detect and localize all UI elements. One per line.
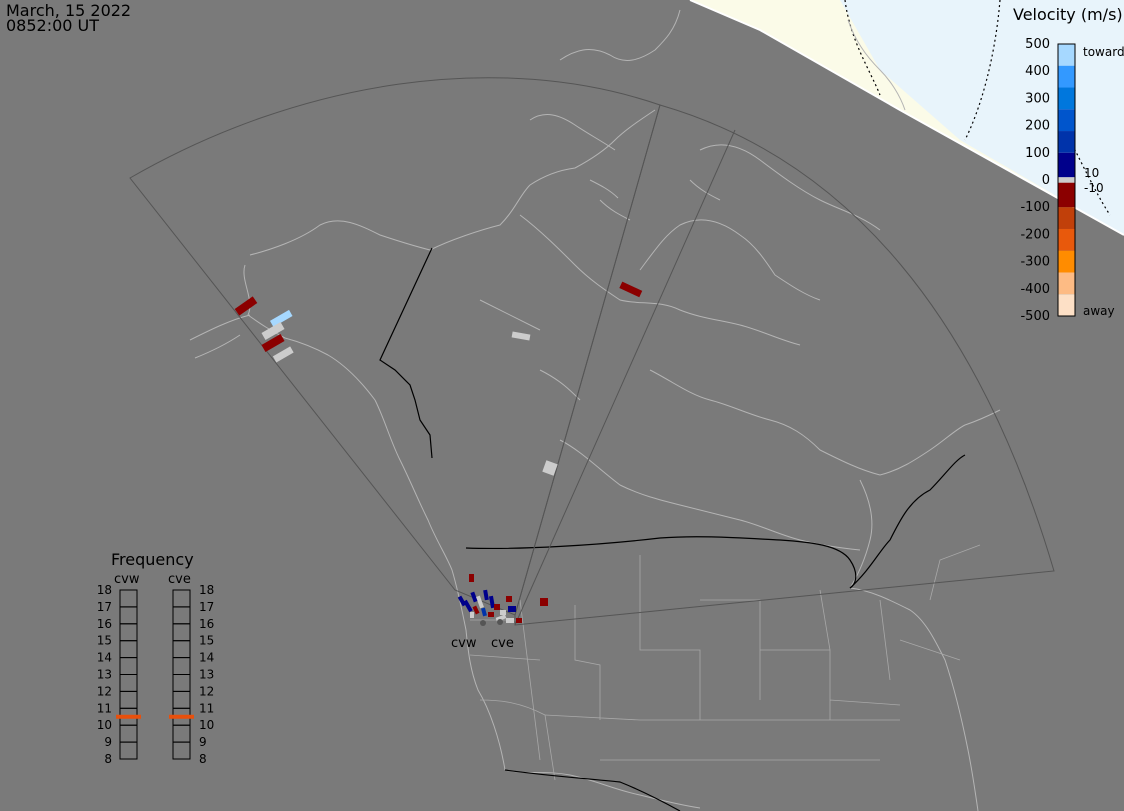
frequency-tick-label: 11 (97, 701, 112, 715)
frequency-tick-label: 12 (199, 684, 214, 698)
frequency-tick-label: 10 (199, 718, 214, 732)
radar-label-cvw: cvw (451, 636, 477, 651)
frequency-tick-label: 8 (104, 752, 112, 766)
colorbar-neg-threshold: -10 (1084, 181, 1104, 195)
time-label: 0852:00 UT (6, 16, 99, 35)
colorbar-tick-label: -100 (1020, 200, 1050, 215)
colorbar-tick-label: 400 (1025, 64, 1050, 79)
radar-site-cvw (480, 620, 486, 626)
colorbar-swatch (1058, 65, 1075, 88)
map-canvas: cvw cve March, 15 2022 0852:00 UT Veloci… (0, 0, 1124, 811)
colorbar-swatch (1058, 207, 1075, 229)
colorbar-swatch (1058, 250, 1075, 273)
frequency-title: Frequency (111, 550, 194, 569)
colorbar-tick-label: 300 (1025, 91, 1050, 106)
colorbar-swatch (1058, 87, 1075, 110)
frequency-tick-label: 8 (199, 752, 207, 766)
frequency-tick-label: 13 (97, 668, 112, 682)
colorbar-swatch (1058, 177, 1075, 183)
frequency-tick-label: 10 (97, 718, 112, 732)
colorbar-tick-label: 0 (1042, 173, 1050, 188)
colorbar-away-label: away (1083, 304, 1115, 318)
frequency-tick-label: 12 (97, 684, 112, 698)
colorbar-tick-label: -300 (1020, 255, 1050, 270)
frequency-tick-label: 9 (199, 735, 207, 749)
radar-site-cve (497, 619, 503, 625)
colorbar-tick-label: 500 (1025, 37, 1050, 52)
colorbar-pos-threshold: 10 (1084, 166, 1099, 180)
colorbar-swatch (1058, 294, 1075, 316)
radar-label-cve: cve (491, 636, 514, 651)
colorbar-swatch (1058, 228, 1075, 251)
colorbar-toward-label: toward (1083, 45, 1124, 59)
frequency-tick-label: 11 (199, 701, 214, 715)
frequency-marker-cve (169, 714, 194, 719)
colorbar-swatch (1058, 109, 1075, 132)
frequency-marker-cvw (116, 714, 141, 719)
frequency-tick-label: 14 (199, 651, 214, 665)
colorbar-swatch (1058, 131, 1075, 153)
frequency-radar-label-cvw: cvw (114, 572, 140, 587)
colorbar-tick-label: -200 (1020, 227, 1050, 242)
frequency-tick-label: 16 (97, 617, 112, 631)
colorbar-swatch (1058, 272, 1075, 295)
frequency-tick-label: 15 (97, 634, 112, 648)
colorbar-title: Velocity (m/s) (1013, 5, 1123, 24)
colorbar-tick-label: -500 (1020, 309, 1050, 324)
colorbar-swatches (1057, 43, 1076, 317)
frequency-tick-label: 9 (104, 735, 112, 749)
frequency-tick-label: 15 (199, 634, 214, 648)
colorbar-swatch (1058, 182, 1075, 208)
frequency-tick-label: 14 (97, 651, 112, 665)
colorbar-swatch (1058, 152, 1075, 178)
frequency-tick-label: 17 (97, 600, 112, 614)
colorbar-tick-label: 200 (1025, 119, 1050, 134)
colorbar-tick-label: -400 (1020, 282, 1050, 297)
frequency-tick-label: 16 (199, 617, 214, 631)
frequency-radar-label-cve: cve (168, 572, 191, 587)
colorbar-tick-label: 100 (1025, 146, 1050, 161)
colorbar-swatch (1058, 44, 1075, 66)
frequency-tick-label: 17 (199, 600, 214, 614)
frequency-tick-label: 18 (97, 583, 112, 597)
frequency-tick-label: 13 (199, 668, 214, 682)
frequency-tick-label: 18 (199, 583, 214, 597)
